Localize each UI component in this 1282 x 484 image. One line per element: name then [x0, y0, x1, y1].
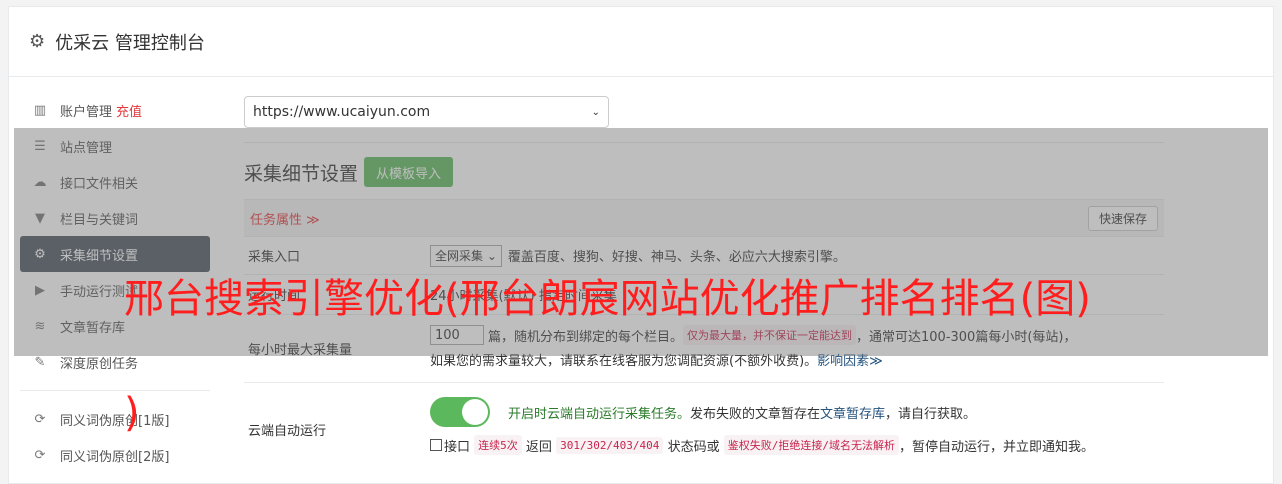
text-return: 返回	[525, 439, 552, 455]
site-url-select[interactable]: https://www.ucaiyun.com ⌄	[244, 96, 609, 128]
gear-icon: ⚙	[29, 31, 46, 52]
sidebar-item-synonym-v1[interactable]: ⟳ 同义词伪原创[1版]	[20, 401, 210, 437]
code-errors: 鉴权失败/拒绝连接/域名无法解析	[723, 435, 899, 455]
row-label: 云端自动运行	[248, 423, 327, 439]
watermark-text: 邢台搜索引擎优化(邢台朗宸网站优化推广排名排名(图)	[124, 276, 1091, 322]
code-status: 301/302/403/404	[556, 436, 664, 454]
code-consecutive: 连续5次	[474, 435, 522, 455]
recharge-link[interactable]: 充值	[116, 101, 142, 120]
edit-icon: ✎	[34, 354, 46, 370]
cloud-auto-run-row: 云端自动运行 开启时云端自动运行采集任务。 发布失败的文章暂存在 文章暂存库 ，…	[244, 383, 1164, 475]
refresh-icon: ⟳	[34, 447, 46, 463]
chevron-down-icon: ⌄	[591, 106, 600, 118]
auto-run-desc: 开启时云端自动运行采集任务。	[508, 406, 691, 422]
toggle-knob	[462, 399, 488, 425]
page-title: 优采云 管理控制台	[55, 32, 205, 54]
watermark-text-2: )	[124, 390, 140, 436]
sidebar-item-synonym-v2[interactable]: ⟳ 同义词伪原创[2版]	[20, 437, 210, 473]
checkbox-label: 接口	[444, 439, 471, 455]
site-url-value: https://www.ucaiyun.com	[253, 104, 431, 120]
text-status: 状态码或	[667, 439, 720, 455]
text-pause: ，暂停自动运行，并立即通知我。	[898, 439, 1094, 455]
auto-run-toggle[interactable]	[430, 397, 490, 427]
sidebar-item-label: 账户管理	[60, 104, 113, 120]
article-store-link[interactable]: 文章暂存库	[820, 403, 885, 422]
sidebar-item-label: 同义词伪原创[2版]	[60, 449, 170, 465]
auto-run-desc-3: ，请自行获取。	[885, 406, 977, 422]
bar-chart-icon: ▥	[33, 102, 47, 118]
refresh-icon: ⟳	[34, 411, 46, 427]
sidebar-item-account[interactable]: ▥ 账户管理 充值	[20, 92, 210, 128]
sidebar-divider	[20, 390, 210, 391]
sidebar-item-label: 同义词伪原创[1版]	[60, 413, 170, 429]
pause-checkbox[interactable]	[430, 439, 442, 451]
panel-header: ⚙ 优采云 管理控制台	[9, 7, 1273, 77]
auto-run-desc-2: 发布失败的文章暂存在	[690, 406, 821, 422]
